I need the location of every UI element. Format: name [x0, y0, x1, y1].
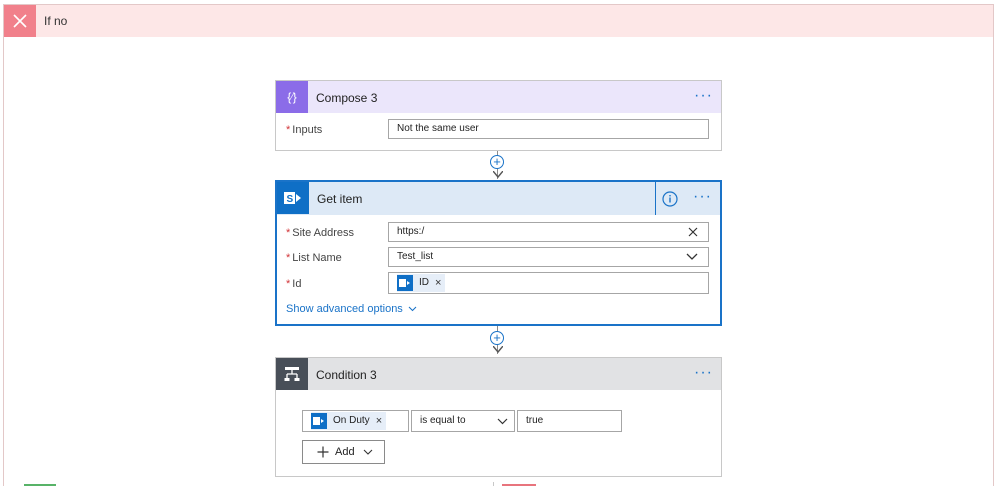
- info-icon[interactable]: [662, 191, 678, 207]
- arrow-down-icon: [493, 346, 503, 354]
- header-divider: [655, 182, 656, 215]
- if-no-header[interactable]: If no: [4, 5, 993, 37]
- plus-icon: [317, 446, 329, 458]
- svg-text:S: S: [287, 194, 294, 205]
- insert-step-button[interactable]: +: [490, 331, 504, 345]
- sharepoint-icon: S: [277, 182, 309, 214]
- add-button[interactable]: Add: [302, 440, 385, 464]
- clear-icon[interactable]: [688, 227, 698, 237]
- sharepoint-icon: [311, 413, 327, 429]
- site-address-field[interactable]: https:/: [388, 222, 709, 242]
- condition-left-operand[interactable]: On Duty ×: [302, 410, 409, 432]
- chevron-down-icon: [497, 418, 508, 425]
- on-duty-token-label: On Duty: [333, 415, 370, 426]
- insert-step-button[interactable]: +: [490, 155, 504, 169]
- compose-title: Compose 3: [316, 91, 378, 105]
- get-item-action-card[interactable]: S Get item ··· * Site Address https:/ * Li…: [275, 180, 722, 326]
- inputs-label: * Inputs: [286, 124, 323, 136]
- inputs-field[interactable]: Not the same user: [388, 119, 709, 139]
- condition-title: Condition 3: [316, 368, 377, 382]
- show-advanced-options-link[interactable]: Show advanced options: [286, 303, 417, 315]
- compose-header[interactable]: {⁄} Compose 3 ···: [276, 81, 721, 113]
- chevron-down-icon: [363, 449, 372, 455]
- condition-icon: [276, 358, 308, 390]
- list-name-value: Test_list: [397, 251, 434, 262]
- more-options-icon[interactable]: ···: [694, 88, 713, 104]
- get-item-header[interactable]: S Get item ···: [277, 182, 720, 215]
- sharepoint-icon: [397, 275, 413, 291]
- get-item-title: Get item: [317, 192, 363, 206]
- id-token[interactable]: ID ×: [397, 274, 446, 292]
- id-field[interactable]: ID ×: [388, 272, 709, 294]
- condition-header[interactable]: Condition 3 ···: [276, 358, 721, 390]
- condition-operator-dropdown[interactable]: is equal to: [411, 410, 515, 432]
- site-address-value: https:/: [397, 226, 425, 237]
- close-icon[interactable]: [4, 5, 36, 37]
- list-name-dropdown[interactable]: Test_list: [388, 247, 709, 267]
- id-token-label: ID: [419, 277, 429, 288]
- condition-action-card[interactable]: Condition 3 ··· On Duty × is equal to tr…: [275, 357, 722, 477]
- chevron-down-icon: [408, 306, 417, 312]
- condition-right-operand[interactable]: true: [517, 410, 622, 432]
- add-button-label: Add: [335, 446, 355, 458]
- id-label: * Id: [286, 278, 302, 290]
- branch-divider: [493, 482, 494, 486]
- list-name-label: * List Name: [286, 252, 342, 264]
- arrow-down-icon: [493, 171, 503, 179]
- chevron-down-icon: [686, 253, 698, 260]
- compose-action-card[interactable]: {⁄} Compose 3 ··· * Inputs Not the same u…: [275, 80, 722, 151]
- more-options-icon[interactable]: ···: [693, 189, 712, 205]
- site-address-label: * Site Address: [286, 227, 355, 239]
- operator-value: is equal to: [420, 415, 466, 426]
- on-duty-token[interactable]: On Duty ×: [311, 412, 387, 430]
- remove-token-icon[interactable]: ×: [376, 412, 382, 430]
- more-options-icon[interactable]: ···: [694, 365, 713, 381]
- if-no-title: If no: [44, 14, 68, 28]
- remove-token-icon[interactable]: ×: [435, 274, 441, 292]
- compose-icon: {⁄}: [276, 81, 308, 113]
